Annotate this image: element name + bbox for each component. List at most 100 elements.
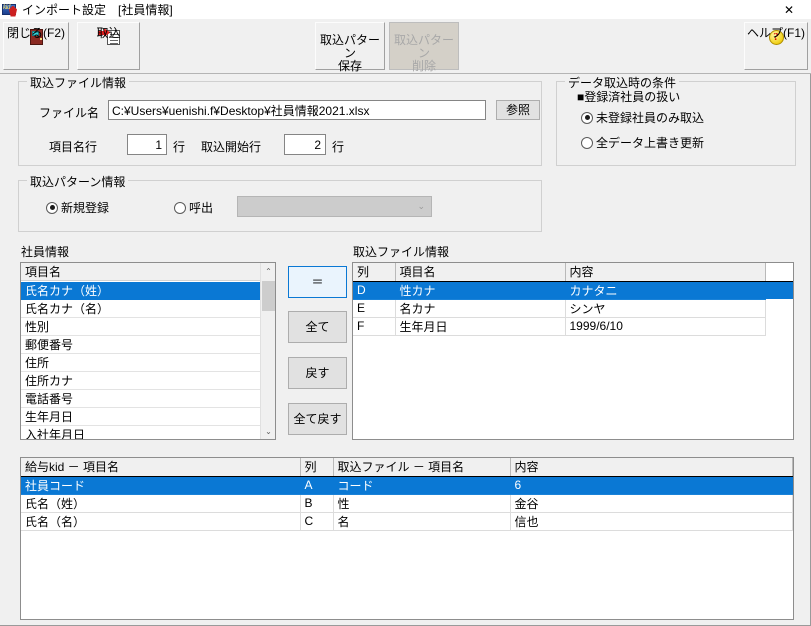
window-subtitle: [社員情報] — [118, 1, 173, 18]
browse-button[interactable]: 参照 — [496, 100, 540, 120]
import-file-grid-caption: 取込ファイル情報 — [353, 243, 449, 260]
cell-content: 信也 — [510, 512, 793, 530]
cell-import-field-name: 名 — [333, 512, 510, 530]
cell-import-field-name: 性 — [333, 494, 510, 512]
table-row[interactable]: 氏名（姓） B 性 金谷 — [21, 494, 793, 512]
help-button[interactable]: ? ヘルプ(F1) — [744, 22, 808, 70]
close-button[interactable]: 閉じる(F2) — [3, 22, 69, 70]
radio-new-registration[interactable]: 新規登録 — [46, 199, 109, 216]
start-row-input[interactable] — [284, 134, 326, 155]
cell-content: カナタニ — [565, 281, 765, 299]
list-item[interactable]: 氏名カナ（名） — [21, 300, 260, 318]
cell-kid-field-name: 氏名（名） — [21, 512, 300, 530]
column-header-column[interactable]: 列 — [353, 263, 395, 281]
start-row-label: 取込開始行 — [201, 138, 261, 155]
filename-input[interactable] — [108, 100, 486, 120]
scroll-up-icon[interactable]: ⌃ — [261, 263, 276, 279]
table-row[interactable]: E 名カナ シンヤ — [353, 299, 793, 317]
cell-column: B — [300, 494, 333, 512]
list-item[interactable]: 生年月日 — [21, 408, 260, 426]
import-settings-window: kid インポート設定 [社員情報] ✕ 閉じる(F2) 取込 — [0, 0, 811, 626]
cell-field-name: 性カナ — [395, 281, 565, 299]
close-button-label: 閉じる(F2) — [7, 27, 65, 40]
radio-new-registration-label: 新規登録 — [61, 199, 109, 216]
employee-list-body: 氏名カナ（姓） 氏名カナ（名） 性別 郵便番号 住所 住所カナ 電話番号 生年月… — [21, 282, 260, 439]
radio-overwrite-all[interactable]: 全データ上書き更新 — [581, 134, 704, 151]
toolbar: 閉じる(F2) 取込 取込パターン 保存 取込パターン 削除 ? ヘルプ(F1) — [0, 19, 811, 74]
radio-dot-icon — [581, 137, 593, 149]
table-row[interactable]: D 性カナ カナタニ — [353, 281, 793, 299]
filename-label: ファイル名 — [39, 104, 99, 121]
table-row[interactable]: F 生年月日 1999/6/10 — [353, 317, 793, 335]
cell-field-name: 名カナ — [395, 299, 565, 317]
header-row-input[interactable] — [127, 134, 167, 155]
cell-filler — [765, 299, 793, 317]
column-header-field-name[interactable]: 項目名 — [395, 263, 565, 281]
cell-column: F — [353, 317, 395, 335]
list-item[interactable]: 氏名カナ（姓） — [21, 282, 260, 300]
cell-import-field-name: コード — [333, 476, 510, 494]
import-button[interactable]: 取込 — [77, 22, 140, 70]
undo-button[interactable]: 戻す — [288, 357, 347, 389]
cell-kid-field-name: 氏名（姓） — [21, 494, 300, 512]
employee-field-listbox[interactable]: 項目名 氏名カナ（姓） 氏名カナ（名） 性別 郵便番号 住所 住所カナ 電話番号… — [20, 262, 276, 440]
column-header-content[interactable]: 内容 — [565, 263, 765, 281]
scrollbar-thumb[interactable] — [262, 281, 275, 311]
cell-content: 6 — [510, 476, 793, 494]
mapping-grid[interactable]: 給与kid － 項目名 列 取込ファイル － 項目名 内容 社員コード A コー… — [20, 457, 794, 620]
cell-kid-field-name: 社員コード — [21, 476, 300, 494]
save-pattern-button[interactable]: 取込パターン 保存 — [315, 22, 385, 70]
table-row[interactable]: 氏名（名） C 名 信也 — [21, 512, 793, 530]
pattern-combo: ⌄ — [237, 196, 432, 217]
pattern-info-group: 取込パターン情報 新規登録 呼出 ⌄ — [18, 180, 542, 232]
help-button-label: ヘルプ(F1) — [747, 27, 805, 40]
cell-field-name: 生年月日 — [395, 317, 565, 335]
header-row-label: 項目名行 — [49, 138, 97, 155]
window-title: インポート設定 — [22, 1, 106, 18]
employee-list-caption: 社員情報 — [21, 243, 69, 260]
radio-unregistered-only[interactable]: 未登録社員のみ取込 — [581, 109, 704, 126]
column-header-column[interactable]: 列 — [300, 458, 333, 476]
file-info-group: 取込ファイル情報 ファイル名 参照 項目名行 行 取込開始行 行 — [18, 81, 542, 166]
radio-recall[interactable]: 呼出 — [174, 199, 213, 216]
list-item[interactable]: 電話番号 — [21, 390, 260, 408]
cell-column: C — [300, 512, 333, 530]
cell-column: A — [300, 476, 333, 494]
start-row-unit: 行 — [332, 138, 344, 155]
conditions-subheading: ■登録済社員の扱い — [577, 88, 680, 105]
import-file-grid[interactable]: 列 項目名 内容 D 性カナ カナタニ E 名カナ シンヤ — [352, 262, 794, 440]
column-header-filler — [765, 263, 793, 281]
scroll-down-icon[interactable]: ⌄ — [261, 423, 276, 439]
list-item[interactable]: 住所 — [21, 354, 260, 372]
header-row-unit: 行 — [173, 138, 185, 155]
column-header-content[interactable]: 内容 — [510, 458, 793, 476]
list-item[interactable]: 性別 — [21, 318, 260, 336]
radio-unregistered-only-label: 未登録社員のみ取込 — [596, 109, 704, 126]
kid-app-icon: kid — [2, 2, 18, 18]
cell-content: 1999/6/10 — [565, 317, 765, 335]
table-header-row: 給与kid － 項目名 列 取込ファイル － 項目名 内容 — [21, 458, 793, 476]
cell-content: 金谷 — [510, 494, 793, 512]
assign-all-button[interactable]: 全て — [288, 311, 347, 343]
employee-list-scrollbar[interactable]: ⌃ ⌄ — [260, 263, 275, 439]
pattern-info-legend: 取込パターン情報 — [27, 173, 128, 190]
radio-dot-icon — [174, 202, 186, 214]
conditions-group: データ取込時の条件 ■登録済社員の扱い 未登録社員のみ取込 全データ上書き更新 — [556, 81, 796, 166]
cell-filler — [765, 281, 793, 299]
cell-column: E — [353, 299, 395, 317]
delete-pattern-button-label: 取込パターン 削除 — [390, 34, 458, 73]
assign-button[interactable]: ＝ — [288, 266, 347, 298]
close-icon[interactable]: ✕ — [767, 0, 811, 19]
list-item[interactable]: 入社年月日 — [21, 426, 260, 440]
column-header-import-field-name[interactable]: 取込ファイル － 項目名 — [333, 458, 510, 476]
list-item[interactable]: 郵便番号 — [21, 336, 260, 354]
save-pattern-button-label: 取込パターン 保存 — [316, 34, 384, 73]
column-header-kid-field-name[interactable]: 給与kid － 項目名 — [21, 458, 300, 476]
list-item[interactable]: 住所カナ — [21, 372, 260, 390]
table-header-row: 列 項目名 内容 — [353, 263, 793, 281]
chevron-down-icon: ⌄ — [417, 201, 425, 212]
table-row[interactable]: 社員コード A コード 6 — [21, 476, 793, 494]
cell-filler — [765, 317, 793, 335]
undo-all-button[interactable]: 全て戻す — [288, 403, 347, 435]
radio-recall-label: 呼出 — [189, 199, 213, 216]
